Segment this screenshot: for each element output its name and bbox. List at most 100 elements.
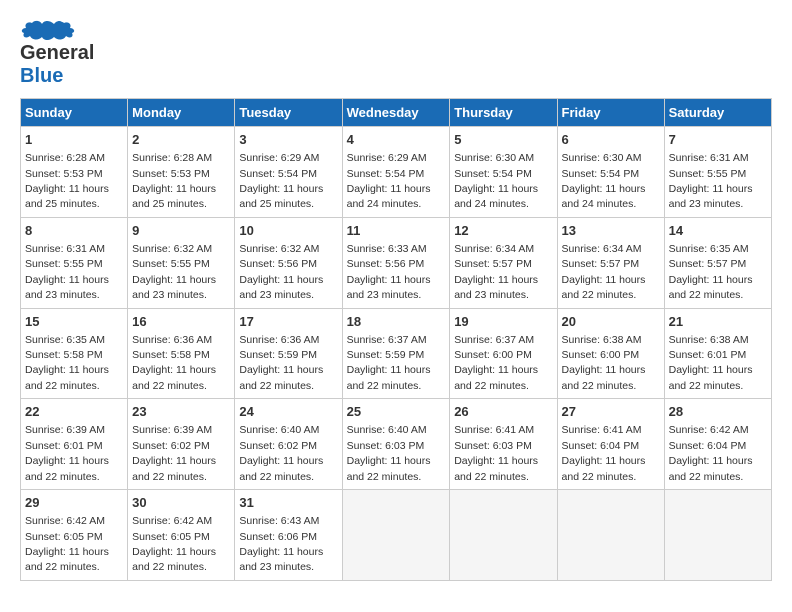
day-info: Sunrise: 6:32 AMSunset: 5:55 PMDaylight:… <box>132 243 216 301</box>
calendar-day-cell: 16 Sunrise: 6:36 AMSunset: 5:58 PMDaylig… <box>128 308 235 399</box>
day-number: 7 <box>669 131 767 149</box>
day-number: 31 <box>239 494 337 512</box>
calendar-week-row: 8 Sunrise: 6:31 AMSunset: 5:55 PMDayligh… <box>21 217 772 308</box>
day-info: Sunrise: 6:41 AMSunset: 6:03 PMDaylight:… <box>454 424 538 482</box>
header-sunday: Sunday <box>21 99 128 127</box>
day-number: 1 <box>25 131 123 149</box>
day-info: Sunrise: 6:36 AMSunset: 5:58 PMDaylight:… <box>132 334 216 392</box>
calendar-day-cell <box>342 490 450 581</box>
day-number: 14 <box>669 222 767 240</box>
day-number: 9 <box>132 222 230 240</box>
calendar-day-cell: 15 Sunrise: 6:35 AMSunset: 5:58 PMDaylig… <box>21 308 128 399</box>
calendar-day-cell: 11 Sunrise: 6:33 AMSunset: 5:56 PMDaylig… <box>342 217 450 308</box>
calendar-week-row: 15 Sunrise: 6:35 AMSunset: 5:58 PMDaylig… <box>21 308 772 399</box>
day-info: Sunrise: 6:37 AMSunset: 5:59 PMDaylight:… <box>347 334 431 392</box>
day-number: 5 <box>454 131 552 149</box>
calendar-day-cell: 23 Sunrise: 6:39 AMSunset: 6:02 PMDaylig… <box>128 399 235 490</box>
calendar-day-cell: 31 Sunrise: 6:43 AMSunset: 6:06 PMDaylig… <box>235 490 342 581</box>
day-number: 10 <box>239 222 337 240</box>
calendar-day-cell: 21 Sunrise: 6:38 AMSunset: 6:01 PMDaylig… <box>664 308 771 399</box>
day-info: Sunrise: 6:41 AMSunset: 6:04 PMDaylight:… <box>562 424 646 482</box>
calendar-day-cell: 17 Sunrise: 6:36 AMSunset: 5:59 PMDaylig… <box>235 308 342 399</box>
calendar-day-cell: 1 Sunrise: 6:28 AMSunset: 5:53 PMDayligh… <box>21 127 128 218</box>
day-number: 16 <box>132 313 230 331</box>
day-info: Sunrise: 6:39 AMSunset: 6:01 PMDaylight:… <box>25 424 109 482</box>
day-number: 19 <box>454 313 552 331</box>
day-info: Sunrise: 6:38 AMSunset: 6:01 PMDaylight:… <box>669 334 753 392</box>
day-info: Sunrise: 6:42 AMSunset: 6:05 PMDaylight:… <box>25 515 109 573</box>
day-number: 27 <box>562 403 660 421</box>
day-number: 18 <box>347 313 446 331</box>
calendar-day-cell: 10 Sunrise: 6:32 AMSunset: 5:56 PMDaylig… <box>235 217 342 308</box>
day-info: Sunrise: 6:42 AMSunset: 6:05 PMDaylight:… <box>132 515 216 573</box>
bird-icon <box>20 20 75 42</box>
header-monday: Monday <box>128 99 235 127</box>
day-number: 2 <box>132 131 230 149</box>
calendar-day-cell: 18 Sunrise: 6:37 AMSunset: 5:59 PMDaylig… <box>342 308 450 399</box>
day-info: Sunrise: 6:29 AMSunset: 5:54 PMDaylight:… <box>239 152 323 210</box>
day-info: Sunrise: 6:29 AMSunset: 5:54 PMDaylight:… <box>347 152 431 210</box>
header-saturday: Saturday <box>664 99 771 127</box>
day-number: 6 <box>562 131 660 149</box>
day-info: Sunrise: 6:35 AMSunset: 5:57 PMDaylight:… <box>669 243 753 301</box>
logo-blue: Blue <box>20 65 63 87</box>
logo: General Blue <box>20 20 94 88</box>
day-number: 13 <box>562 222 660 240</box>
day-number: 21 <box>669 313 767 331</box>
day-number: 15 <box>25 313 123 331</box>
calendar-day-cell <box>664 490 771 581</box>
calendar-day-cell: 12 Sunrise: 6:34 AMSunset: 5:57 PMDaylig… <box>450 217 557 308</box>
calendar-day-cell: 3 Sunrise: 6:29 AMSunset: 5:54 PMDayligh… <box>235 127 342 218</box>
day-info: Sunrise: 6:40 AMSunset: 6:03 PMDaylight:… <box>347 424 431 482</box>
day-number: 23 <box>132 403 230 421</box>
calendar-day-cell: 9 Sunrise: 6:32 AMSunset: 5:55 PMDayligh… <box>128 217 235 308</box>
day-info: Sunrise: 6:36 AMSunset: 5:59 PMDaylight:… <box>239 334 323 392</box>
day-info: Sunrise: 6:42 AMSunset: 6:04 PMDaylight:… <box>669 424 753 482</box>
day-info: Sunrise: 6:40 AMSunset: 6:02 PMDaylight:… <box>239 424 323 482</box>
day-number: 26 <box>454 403 552 421</box>
day-info: Sunrise: 6:28 AMSunset: 5:53 PMDaylight:… <box>25 152 109 210</box>
day-number: 11 <box>347 222 446 240</box>
day-info: Sunrise: 6:30 AMSunset: 5:54 PMDaylight:… <box>454 152 538 210</box>
day-number: 22 <box>25 403 123 421</box>
day-number: 12 <box>454 222 552 240</box>
calendar-day-cell: 14 Sunrise: 6:35 AMSunset: 5:57 PMDaylig… <box>664 217 771 308</box>
calendar-day-cell: 28 Sunrise: 6:42 AMSunset: 6:04 PMDaylig… <box>664 399 771 490</box>
calendar-day-cell: 8 Sunrise: 6:31 AMSunset: 5:55 PMDayligh… <box>21 217 128 308</box>
day-info: Sunrise: 6:30 AMSunset: 5:54 PMDaylight:… <box>562 152 646 210</box>
day-number: 29 <box>25 494 123 512</box>
day-number: 20 <box>562 313 660 331</box>
calendar-day-cell: 30 Sunrise: 6:42 AMSunset: 6:05 PMDaylig… <box>128 490 235 581</box>
day-info: Sunrise: 6:38 AMSunset: 6:00 PMDaylight:… <box>562 334 646 392</box>
calendar-day-cell: 24 Sunrise: 6:40 AMSunset: 6:02 PMDaylig… <box>235 399 342 490</box>
header-wednesday: Wednesday <box>342 99 450 127</box>
calendar-day-cell: 7 Sunrise: 6:31 AMSunset: 5:55 PMDayligh… <box>664 127 771 218</box>
calendar-day-cell <box>450 490 557 581</box>
logo-block: General Blue <box>20 20 94 88</box>
calendar-day-cell: 22 Sunrise: 6:39 AMSunset: 6:01 PMDaylig… <box>21 399 128 490</box>
day-info: Sunrise: 6:34 AMSunset: 5:57 PMDaylight:… <box>454 243 538 301</box>
day-info: Sunrise: 6:35 AMSunset: 5:58 PMDaylight:… <box>25 334 109 392</box>
day-info: Sunrise: 6:28 AMSunset: 5:53 PMDaylight:… <box>132 152 216 210</box>
logo-general: General <box>20 42 94 65</box>
day-info: Sunrise: 6:39 AMSunset: 6:02 PMDaylight:… <box>132 424 216 482</box>
calendar-day-cell: 29 Sunrise: 6:42 AMSunset: 6:05 PMDaylig… <box>21 490 128 581</box>
day-info: Sunrise: 6:37 AMSunset: 6:00 PMDaylight:… <box>454 334 538 392</box>
calendar-day-cell: 13 Sunrise: 6:34 AMSunset: 5:57 PMDaylig… <box>557 217 664 308</box>
calendar-day-cell: 26 Sunrise: 6:41 AMSunset: 6:03 PMDaylig… <box>450 399 557 490</box>
calendar-day-cell: 27 Sunrise: 6:41 AMSunset: 6:04 PMDaylig… <box>557 399 664 490</box>
calendar-week-row: 1 Sunrise: 6:28 AMSunset: 5:53 PMDayligh… <box>21 127 772 218</box>
calendar-day-cell: 2 Sunrise: 6:28 AMSunset: 5:53 PMDayligh… <box>128 127 235 218</box>
header-friday: Friday <box>557 99 664 127</box>
day-info: Sunrise: 6:33 AMSunset: 5:56 PMDaylight:… <box>347 243 431 301</box>
day-number: 30 <box>132 494 230 512</box>
day-number: 4 <box>347 131 446 149</box>
header-tuesday: Tuesday <box>235 99 342 127</box>
day-number: 3 <box>239 131 337 149</box>
calendar-table: Sunday Monday Tuesday Wednesday Thursday… <box>20 98 772 581</box>
day-number: 28 <box>669 403 767 421</box>
calendar-day-cell: 25 Sunrise: 6:40 AMSunset: 6:03 PMDaylig… <box>342 399 450 490</box>
day-number: 25 <box>347 403 446 421</box>
header-thursday: Thursday <box>450 99 557 127</box>
calendar-week-row: 22 Sunrise: 6:39 AMSunset: 6:01 PMDaylig… <box>21 399 772 490</box>
